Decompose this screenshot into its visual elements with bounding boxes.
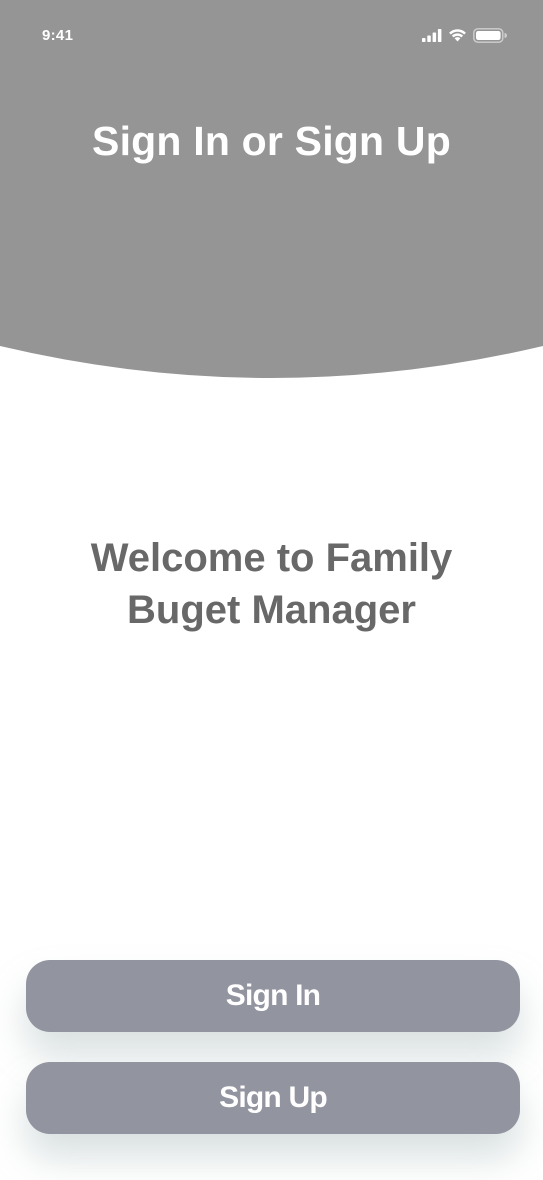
welcome-line-2: Buget Manager <box>127 588 416 632</box>
sign-up-button[interactable]: Sign Up <box>26 1062 520 1134</box>
welcome-message: Welcome to Family Buget Manager <box>40 532 503 636</box>
page-title: Sign In or Sign Up <box>92 118 451 164</box>
status-time: 9:41 <box>42 27 74 44</box>
battery-icon <box>473 27 507 43</box>
sign-in-or-sign-up-screen: 9:41 Sign In or Sign Up Welcome to Famil… <box>0 0 543 1180</box>
status-icons <box>422 26 507 44</box>
welcome-line-1: Welcome to Family <box>90 536 453 580</box>
sign-in-button[interactable]: Sign In <box>26 960 520 1032</box>
cellular-signal-icon <box>422 28 442 42</box>
wifi-icon <box>449 29 466 42</box>
status-bar: 9:41 <box>0 0 543 72</box>
